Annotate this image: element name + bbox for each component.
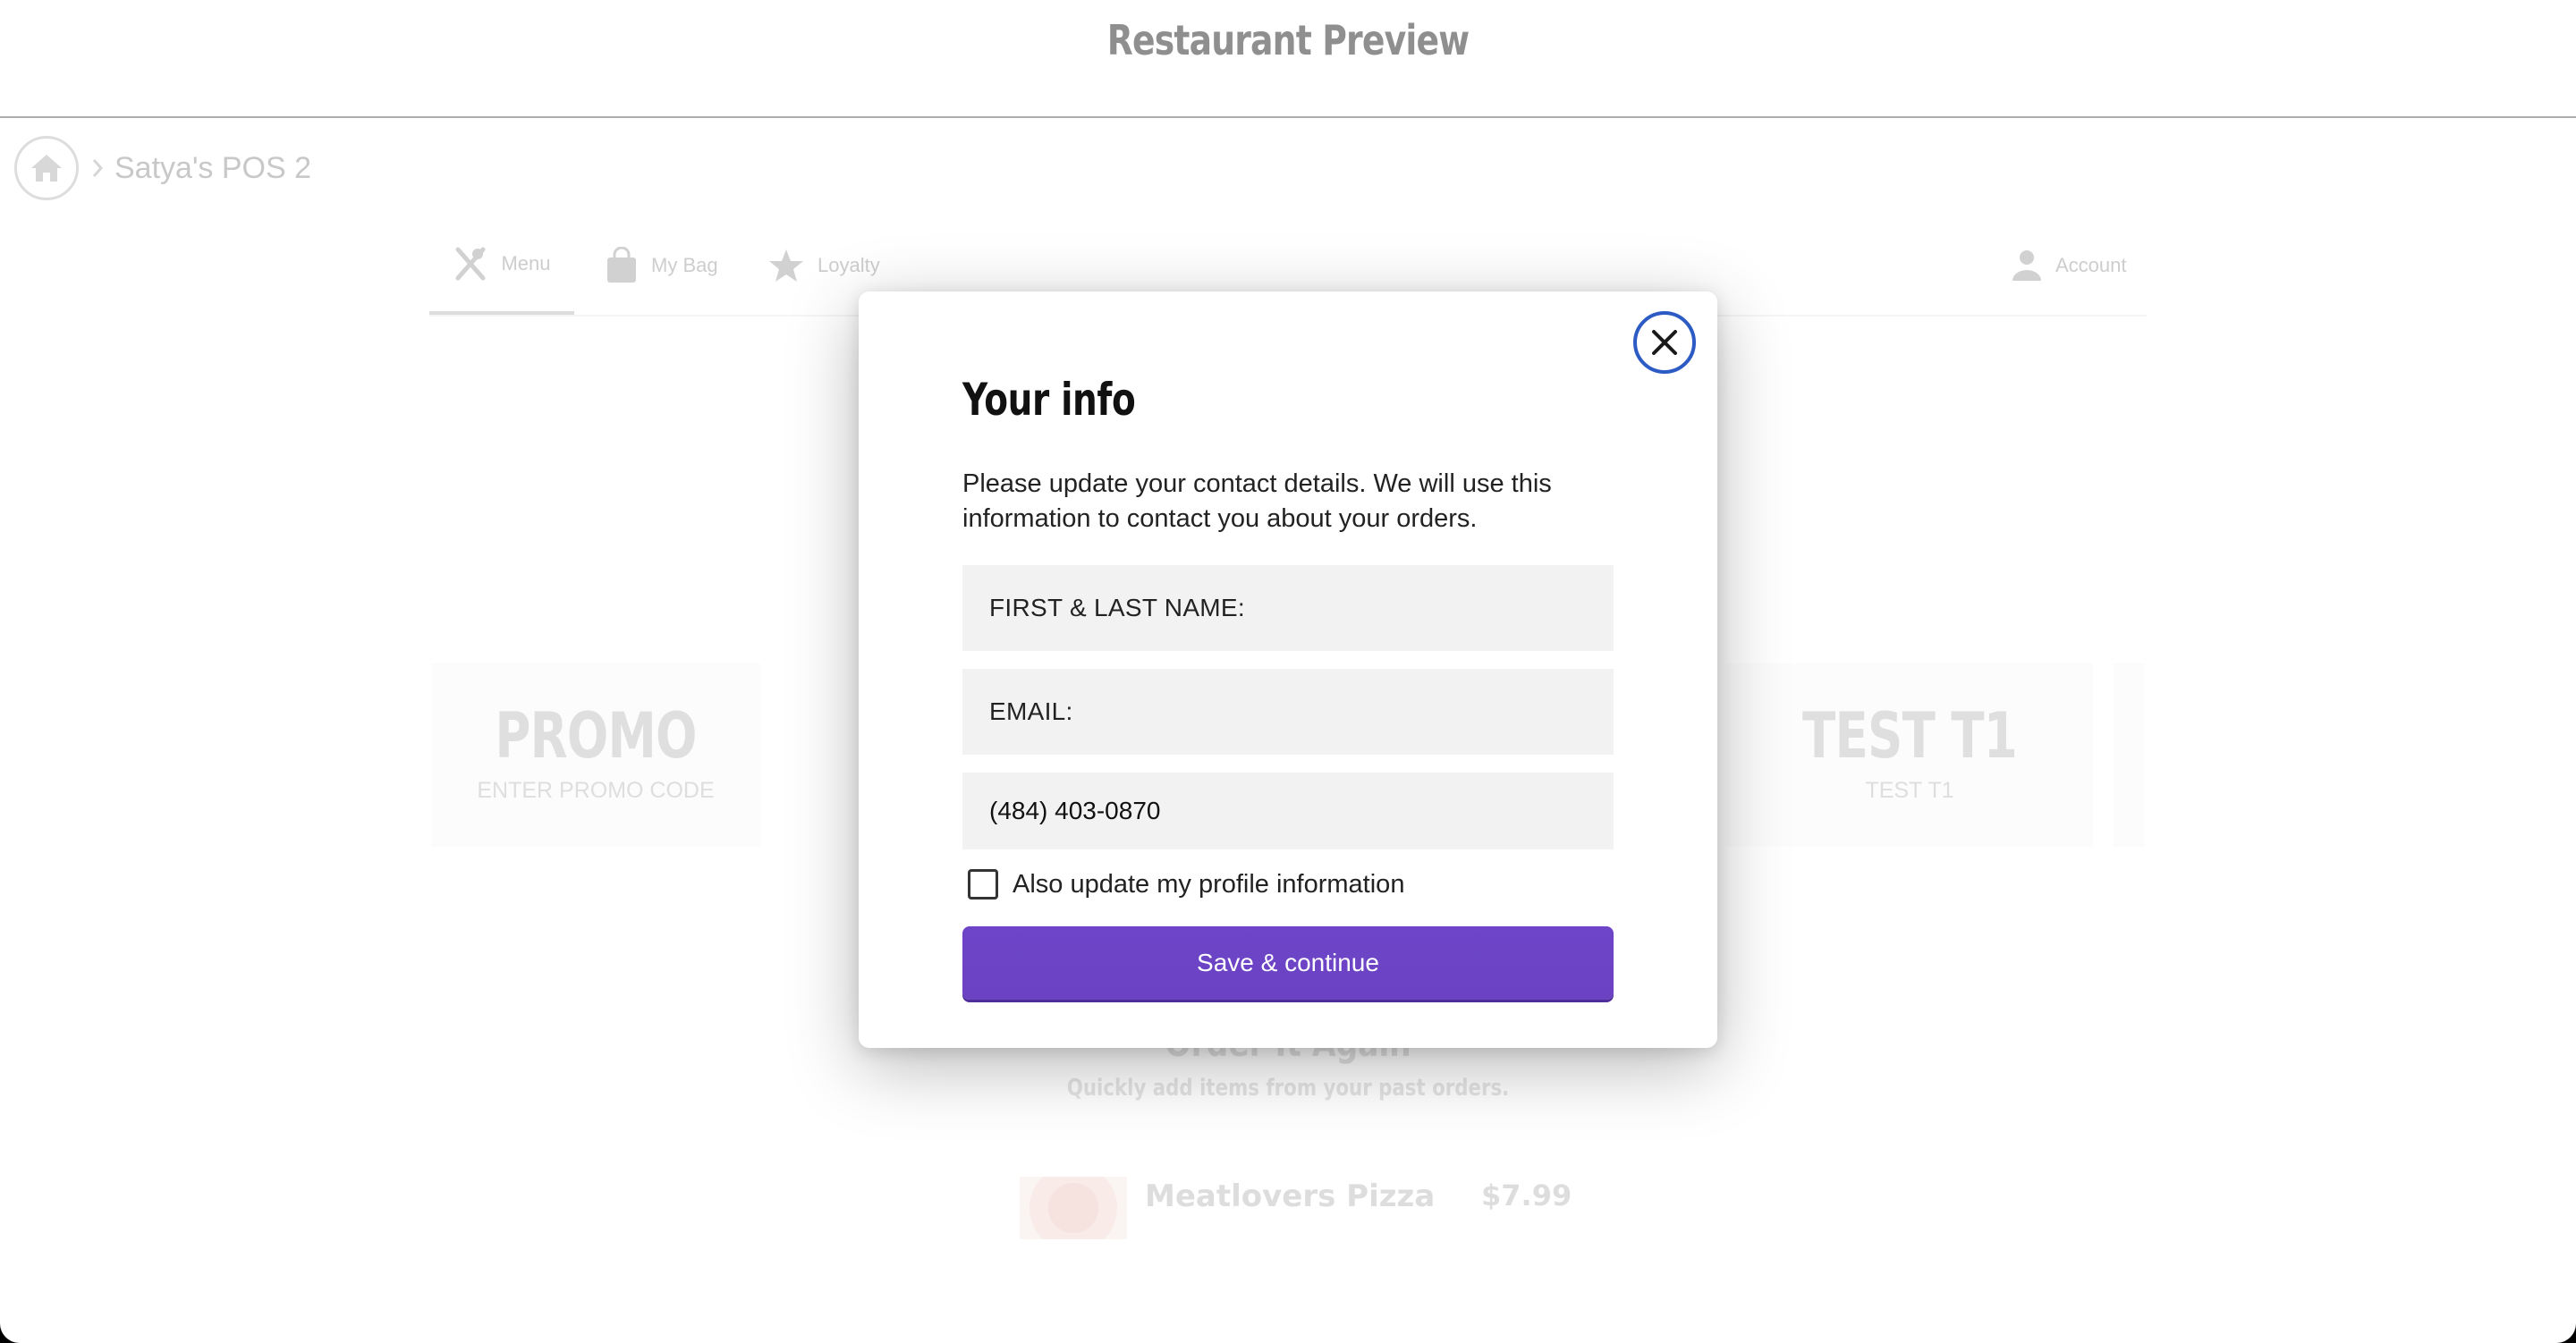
app-title: Restaurant Preview [1106, 16, 1470, 64]
email-field-placeholder: EMAIL: [989, 697, 1073, 725]
update-profile-option[interactable]: Also update my profile information [968, 869, 1404, 900]
save-continue-button[interactable]: Save & continue [962, 926, 1614, 1000]
title-bar: Restaurant Preview [0, 0, 2576, 118]
modal-description: Please update your contact details. We w… [962, 469, 1552, 533]
your-info-modal: Your info Please update your contact det… [859, 291, 1717, 1048]
modal-title: Your info [962, 374, 1136, 426]
phone-input[interactable] [989, 797, 1571, 825]
update-profile-label[interactable]: Also update my profile information [1013, 870, 1404, 900]
phone-field[interactable] [962, 773, 1614, 849]
close-button[interactable] [1633, 311, 1696, 374]
name-field-placeholder: FIRST & LAST NAME: [989, 594, 1245, 621]
name-field[interactable]: FIRST & LAST NAME: [962, 565, 1614, 651]
email-field[interactable]: EMAIL: [962, 669, 1614, 755]
update-profile-checkbox[interactable] [968, 869, 998, 900]
close-icon [1652, 330, 1677, 355]
app-window: Restaurant Preview Satya's POS 2 Menu My [0, 0, 2576, 1343]
